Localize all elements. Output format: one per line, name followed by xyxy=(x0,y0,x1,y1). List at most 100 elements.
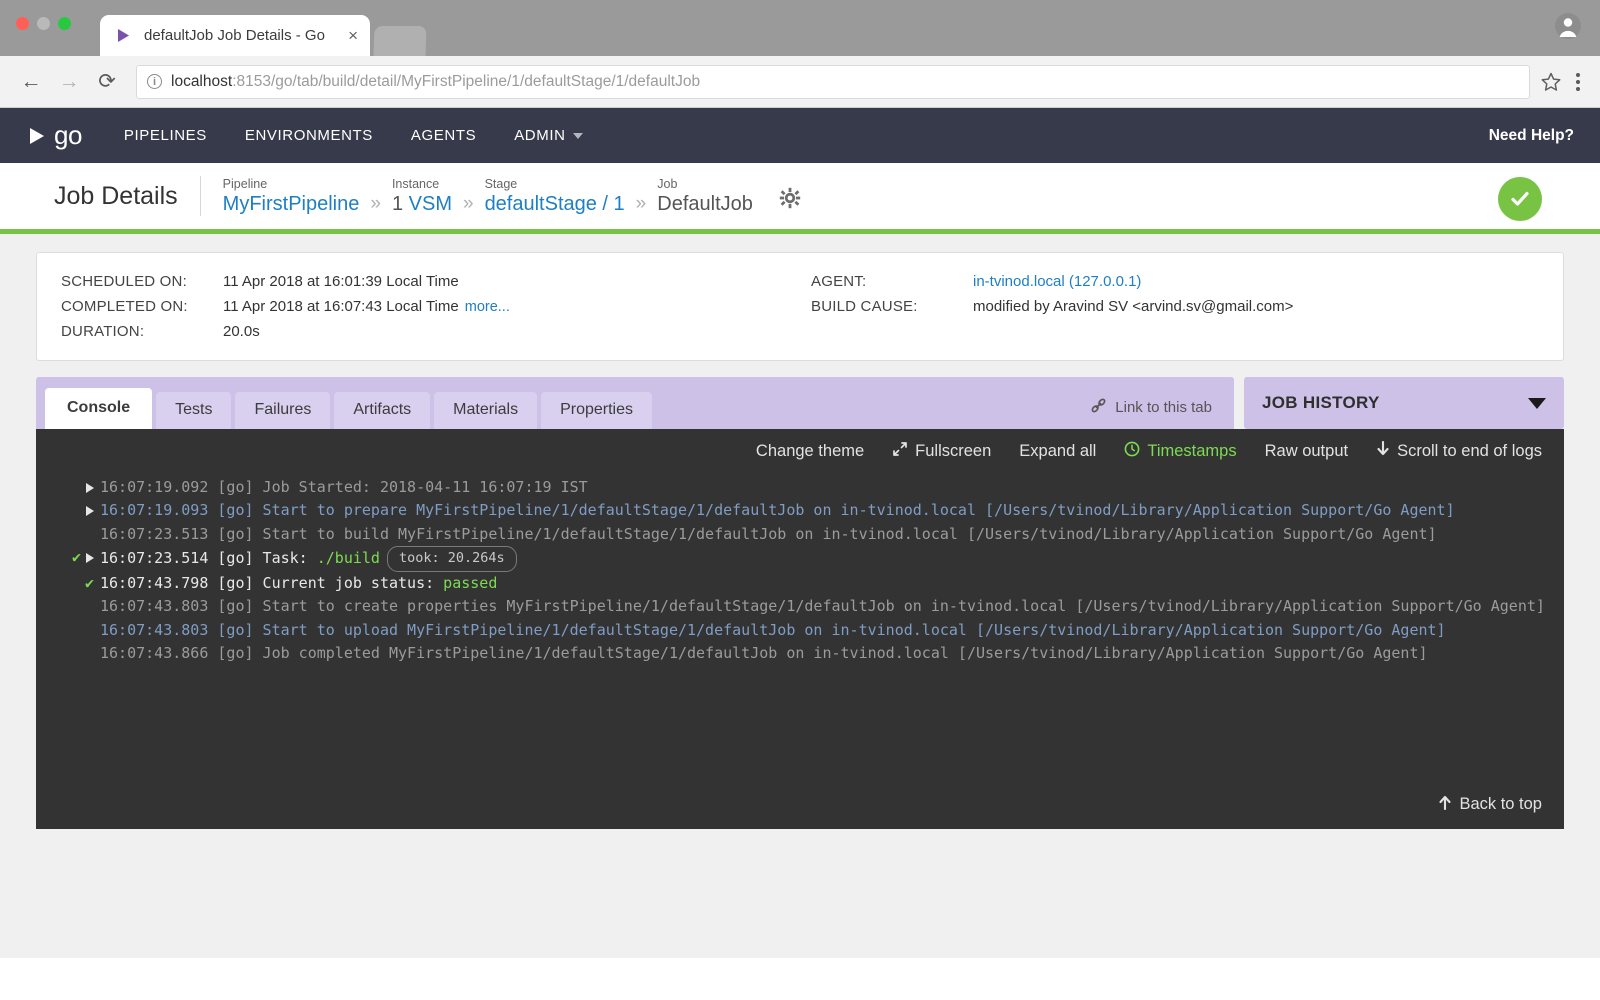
expand-all-label: Expand all xyxy=(1019,442,1097,460)
back-icon[interactable]: ← xyxy=(12,63,50,101)
console-log-line: 16:07:43.803 [go] Start to create proper… xyxy=(50,595,1550,618)
breadcrumb-separator-2: » xyxy=(462,192,474,214)
close-tab-button[interactable]: × xyxy=(348,27,358,44)
nav-item-admin-label: ADMIN xyxy=(514,127,566,144)
browser-tab[interactable]: defaultJob Job Details - Go × xyxy=(100,15,370,56)
scroll-to-end-button[interactable]: Scroll to end of logs xyxy=(1376,440,1542,462)
info-key-scheduled: SCHEDULED ON: xyxy=(61,273,187,290)
log-line-text: 16:07:19.092 [go] Job Started: 2018-04-1… xyxy=(100,478,588,496)
log-line-gutter: ✔ xyxy=(50,546,100,568)
info-row-build-cause: BUILD CAUSE: modified by Aravind SV <arv… xyxy=(811,298,1293,315)
arrow-down-icon xyxy=(1376,440,1390,462)
log-line-gutter xyxy=(50,595,100,596)
breadcrumb-stage-value[interactable]: defaultStage / 1 xyxy=(485,193,625,216)
page-content: SCHEDULED ON: 11 Apr 2018 at 16:01:39 Lo… xyxy=(0,234,1600,958)
nav-item-pipelines[interactable]: PIPELINES xyxy=(124,127,207,144)
go-logo[interactable]: go xyxy=(26,120,82,151)
console-log-line: 16:07:43.866 [go] Job completed MyFirstP… xyxy=(50,642,1550,665)
forward-icon[interactable]: → xyxy=(50,63,88,101)
change-theme-button[interactable]: Change theme xyxy=(756,442,864,461)
site-info-icon[interactable]: i xyxy=(147,74,162,89)
profile-avatar-icon[interactable] xyxy=(1554,12,1582,40)
breadcrumb-instance-number: 1 xyxy=(391,192,409,215)
info-key-agent: AGENT: xyxy=(811,273,867,290)
breadcrumb-instance-label: Instance xyxy=(391,176,440,191)
gear-icon[interactable] xyxy=(779,187,801,214)
url-input[interactable]: i localhost:8153/go/tab/build/detail/MyF… xyxy=(136,64,1530,99)
reload-icon[interactable]: ⟳ xyxy=(88,63,126,101)
breadcrumb: Pipeline MyFirstPipeline » Instance 1 VS… xyxy=(223,177,801,216)
job-history-label: JOB HISTORY xyxy=(1262,393,1380,412)
nav-item-agents-label: AGENTS xyxy=(410,127,477,144)
new-tab-button[interactable] xyxy=(373,26,427,56)
breadcrumb-pipeline-value[interactable]: MyFirstPipeline xyxy=(223,193,360,216)
status-badge xyxy=(1498,177,1542,221)
need-help-link[interactable]: Need Help? xyxy=(1489,127,1574,145)
breadcrumb-stage: Stage defaultStage / 1 xyxy=(485,177,625,216)
tab-failures[interactable]: Failures xyxy=(235,392,331,429)
console-panel: Change theme Fullscreen Expand all Times… xyxy=(36,429,1564,829)
job-tabs-bar: Console Tests Failures Artifacts Materia… xyxy=(36,377,1564,429)
page-title: Job Details xyxy=(54,181,178,210)
tab-artifacts[interactable]: Artifacts xyxy=(334,392,431,429)
more-link[interactable]: more... xyxy=(465,299,510,315)
link-to-this-tab-button[interactable]: Link to this tab xyxy=(1090,397,1234,429)
timestamps-toggle[interactable]: Timestamps xyxy=(1124,441,1237,462)
go-nav-links: PIPELINES ENVIRONMENTS AGENTS ADMIN xyxy=(124,127,583,144)
tab-console[interactable]: Console xyxy=(45,388,153,429)
window-controls xyxy=(16,17,71,30)
breadcrumb-separator-3: » xyxy=(635,192,647,214)
nav-item-admin[interactable]: ADMIN xyxy=(514,127,583,144)
fullscreen-icon xyxy=(892,441,908,462)
fullscreen-label: Fullscreen xyxy=(915,442,992,460)
nav-item-pipelines-label: PIPELINES xyxy=(123,127,207,144)
nav-item-environments[interactable]: ENVIRONMENTS xyxy=(245,127,373,144)
breadcrumb-instance: Instance 1 VSM xyxy=(392,177,452,216)
link-to-this-tab-label: Link to this tab xyxy=(1115,399,1212,416)
check-icon xyxy=(1511,191,1529,206)
back-to-top-button[interactable]: Back to top xyxy=(1438,794,1542,815)
raw-output-button[interactable]: Raw output xyxy=(1265,442,1348,461)
link-icon xyxy=(1090,397,1107,418)
job-info-left-column: SCHEDULED ON: 11 Apr 2018 at 16:01:39 Lo… xyxy=(61,273,811,340)
info-row-agent: AGENT: in-tvinod.local (127.0.0.1) xyxy=(811,273,1293,290)
expand-triangle-icon[interactable] xyxy=(86,506,94,517)
info-value-scheduled: 11 Apr 2018 at 16:01:39 Local Time xyxy=(223,273,459,290)
console-log-line: ✔ 16:07:43.798 [go] Current job status: p… xyxy=(50,572,1550,595)
console-log-output[interactable]: 16:07:19.092 [go] Job Started: 2018-04-1… xyxy=(36,472,1564,790)
log-line-text: 16:07:43.803 [go] Start to upload MyFirs… xyxy=(100,620,1446,639)
tab-properties[interactable]: Properties xyxy=(541,392,652,429)
console-log-line: ✔ 16:07:23.514 [go] Task: ./build took: 20… xyxy=(50,545,1550,573)
agent-link[interactable]: in-tvinod.local (127.0.0.1) xyxy=(973,273,1141,290)
maximize-window-button[interactable] xyxy=(58,17,71,30)
breadcrumb-pipeline-label: Pipeline xyxy=(222,176,268,191)
expand-all-button[interactable]: Expand all xyxy=(1019,442,1096,461)
console-log-line: 16:07:23.513 [go] Start to build MyFirst… xyxy=(50,523,1550,546)
log-line-text: 16:07:43.803 [go] Start to create proper… xyxy=(100,597,1545,616)
vsm-link[interactable]: VSM xyxy=(409,193,452,215)
browser-menu-icon[interactable] xyxy=(1568,72,1588,91)
close-window-button[interactable] xyxy=(16,17,29,30)
breadcrumb-instance-value: 1 VSM xyxy=(392,193,452,216)
tab-materials[interactable]: Materials xyxy=(434,392,538,429)
browser-tab-title: defaultJob Job Details - Go xyxy=(144,27,325,44)
log-line-gutter xyxy=(50,642,100,643)
console-toolbar: Change theme Fullscreen Expand all Times… xyxy=(36,429,1564,472)
header-divider xyxy=(199,176,201,216)
check-icon: ✔ xyxy=(71,547,81,566)
info-row-duration: DURATION: 20.0s xyxy=(61,323,811,340)
info-key-duration: DURATION: xyxy=(61,323,145,340)
fullscreen-button[interactable]: Fullscreen xyxy=(892,441,991,462)
minimize-window-button[interactable] xyxy=(37,17,50,30)
arrow-up-icon xyxy=(1438,794,1452,815)
expand-triangle-icon[interactable] xyxy=(86,483,94,493)
url-host: localhost xyxy=(171,72,233,90)
tab-tests[interactable]: Tests xyxy=(156,392,232,429)
nav-item-agents[interactable]: AGENTS xyxy=(411,127,476,144)
job-history-dropdown[interactable]: JOB HISTORY xyxy=(1244,377,1564,429)
go-main-nav: go PIPELINES ENVIRONMENTS AGENTS ADMIN N… xyxy=(0,108,1600,163)
bookmark-star-icon[interactable] xyxy=(1540,71,1562,93)
expand-triangle-icon[interactable] xyxy=(86,552,94,563)
log-line-text: 16:07:43.798 [go] Current job status: pa… xyxy=(100,574,498,593)
browser-urlbar: ← → ⟳ i localhost:8153/go/tab/build/deta… xyxy=(0,56,1600,108)
